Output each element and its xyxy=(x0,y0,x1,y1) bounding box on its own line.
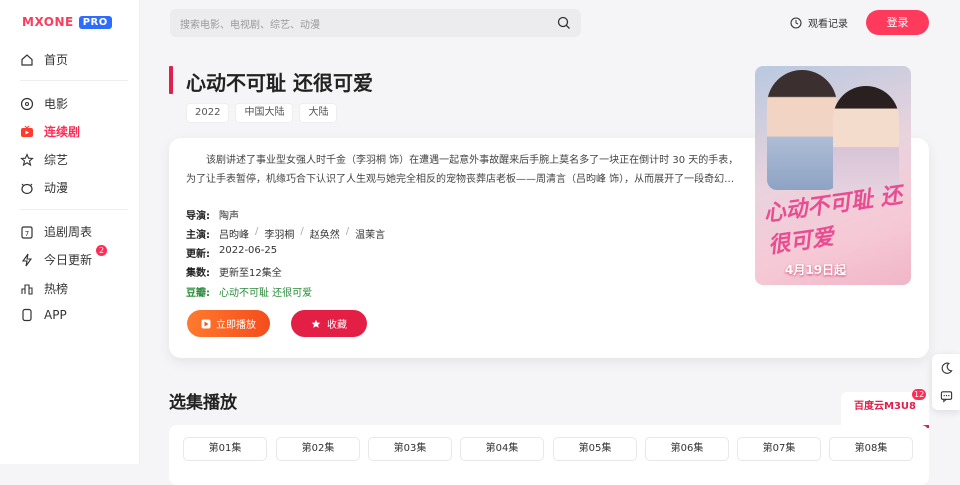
sidebar-item-today[interactable]: 今日更新 xyxy=(20,251,92,268)
clock-icon xyxy=(790,16,802,29)
meta-episodes: 集数: 更新至12集全 xyxy=(186,264,282,279)
episode-button[interactable]: 第07集 xyxy=(737,437,821,461)
tag-language[interactable]: 大陆 xyxy=(299,103,338,123)
episode-button[interactable]: 第02集 xyxy=(276,437,360,461)
episode-button[interactable]: 第05集 xyxy=(553,437,637,461)
tv-icon xyxy=(21,125,33,137)
tag-year[interactable]: 2022 xyxy=(186,103,230,123)
svg-text:7: 7 xyxy=(25,230,29,238)
history-label: 观看记录 xyxy=(808,19,848,30)
home-icon xyxy=(21,53,33,66)
sidebar-item-hot[interactable]: 热榜 xyxy=(20,280,68,297)
description: 该剧讲述了事业型女强人时千金（李羽桐 饰）在遭遇一起意外事故醒来后手腕上莫名多了… xyxy=(186,155,739,185)
episode-button[interactable]: 第06集 xyxy=(645,437,729,461)
meta-label: 主演: xyxy=(186,230,210,241)
message-icon xyxy=(940,390,952,403)
episode-button[interactable]: 第04集 xyxy=(460,437,544,461)
feedback-button[interactable] xyxy=(932,382,960,410)
director-link[interactable]: 陶声 xyxy=(219,207,239,222)
cast-link[interactable]: 温茉言 xyxy=(355,226,385,241)
dark-mode-toggle[interactable] xyxy=(932,354,960,382)
tag-region[interactable]: 中国大陆 xyxy=(235,103,294,123)
episodes-section-title: 选集播放 xyxy=(169,393,237,413)
film-icon xyxy=(20,97,34,110)
anime-icon xyxy=(21,183,33,194)
title-accent-bar xyxy=(169,66,173,94)
sidebar-item-anime[interactable]: 动漫 xyxy=(20,179,68,196)
episode-button[interactable]: 第03集 xyxy=(368,437,452,461)
tag-list: 2022 中国大陆 大陆 xyxy=(186,103,338,123)
sidebar-item-schedule[interactable]: 7 追剧周表 xyxy=(20,223,92,240)
meta-cast: 主演: 吕昀峰 / 李羽桐 / 赵奂然 / 温茉言 xyxy=(186,226,386,241)
sidebar-item-label: 动漫 xyxy=(44,181,69,195)
sidebar-item-label: 电影 xyxy=(44,97,69,111)
meta-label: 集数: xyxy=(186,268,210,279)
logo-brand: MXONE xyxy=(22,15,74,29)
meta-director: 导演: 陶声 xyxy=(186,207,239,222)
source-count-badge: 12 xyxy=(912,389,927,400)
meta-label: 豆瓣: xyxy=(186,288,210,299)
search-icon[interactable] xyxy=(557,16,571,30)
floating-toolbar xyxy=(932,354,960,410)
divider xyxy=(20,209,128,210)
sidebar-item-label: APP xyxy=(44,308,67,322)
lightning-icon xyxy=(21,253,33,266)
sidebar-item-label: 首页 xyxy=(44,53,69,67)
poster-figure-male xyxy=(767,70,837,190)
moon-icon xyxy=(941,362,953,374)
divider xyxy=(20,80,128,81)
update-date: 2022-06-25 xyxy=(219,245,278,256)
sidebar-item-variety[interactable]: 综艺 xyxy=(20,151,68,168)
sidebar-item-app[interactable]: APP xyxy=(20,308,67,322)
site-logo[interactable]: MXONE PRO xyxy=(22,15,112,29)
watch-history-link[interactable]: 观看记录 xyxy=(790,15,848,30)
star-icon xyxy=(20,152,34,166)
meta-label: 更新: xyxy=(186,249,210,260)
douban-link[interactable]: 心动不可耻 还很可爱 xyxy=(219,284,312,299)
sidebar-item-home[interactable]: 首页 xyxy=(20,51,68,68)
sidebar-item-label: 综艺 xyxy=(44,153,69,167)
search-placeholder: 搜索电影、电视剧、综艺、动漫 xyxy=(180,19,320,31)
sidebar-item-label: 热榜 xyxy=(44,282,69,296)
login-button[interactable]: 登录 xyxy=(866,10,929,35)
top-bar: 搜索电影、电视剧、综艺、动漫 观看记录 登录 xyxy=(140,0,960,44)
cast-link[interactable]: 赵奂然 xyxy=(310,226,340,241)
sidebar-item-label: 追剧周表 xyxy=(44,225,93,239)
calendar-icon: 7 xyxy=(21,225,33,239)
play-icon xyxy=(201,319,211,328)
poster-image[interactable]: 心动不可耻 还很可爱 4月19日起 xyxy=(755,66,911,285)
today-update-badge: 2 xyxy=(96,245,107,256)
page-title: 心动不可耻 还很可爱 xyxy=(186,71,373,95)
chart-icon xyxy=(21,283,33,295)
episode-list: 第01集 第02集 第03集 第04集 第05集 第06集 第07集 第08集 xyxy=(169,425,929,485)
star-icon xyxy=(311,319,321,328)
search-input[interactable]: 搜索电影、电视剧、综艺、动漫 xyxy=(170,9,581,37)
meta-update: 更新: 2022-06-25 xyxy=(186,245,277,260)
poster-date: 4月19日起 xyxy=(785,263,847,277)
cast-link[interactable]: 吕昀峰 xyxy=(219,226,249,241)
cast-link[interactable]: 李羽桐 xyxy=(264,226,294,241)
sidebar-item-label: 连续剧 xyxy=(44,125,81,139)
episode-button[interactable]: 第01集 xyxy=(183,437,267,461)
sidebar-item-label: 今日更新 xyxy=(44,253,93,267)
favorite-label: 收藏 xyxy=(327,320,347,331)
favorite-button[interactable]: 收藏 xyxy=(291,310,367,337)
play-button[interactable]: 立即播放 xyxy=(187,310,270,337)
logo-pro-badge: PRO xyxy=(78,15,112,29)
episode-button[interactable]: 第08集 xyxy=(829,437,913,461)
phone-icon xyxy=(22,308,32,322)
episode-count: 更新至12集全 xyxy=(219,268,282,279)
meta-label: 导演: xyxy=(186,211,210,222)
meta-douban: 豆瓣: 心动不可耻 还很可爱 xyxy=(186,284,312,299)
play-label: 立即播放 xyxy=(216,320,256,331)
sidebar: MXONE PRO 首页 电影 连续剧 综艺 动漫 7 追剧周表 今日更新 2 … xyxy=(0,0,140,464)
sidebar-item-movie[interactable]: 电影 xyxy=(20,95,68,112)
sidebar-item-series[interactable]: 连续剧 xyxy=(20,123,80,140)
